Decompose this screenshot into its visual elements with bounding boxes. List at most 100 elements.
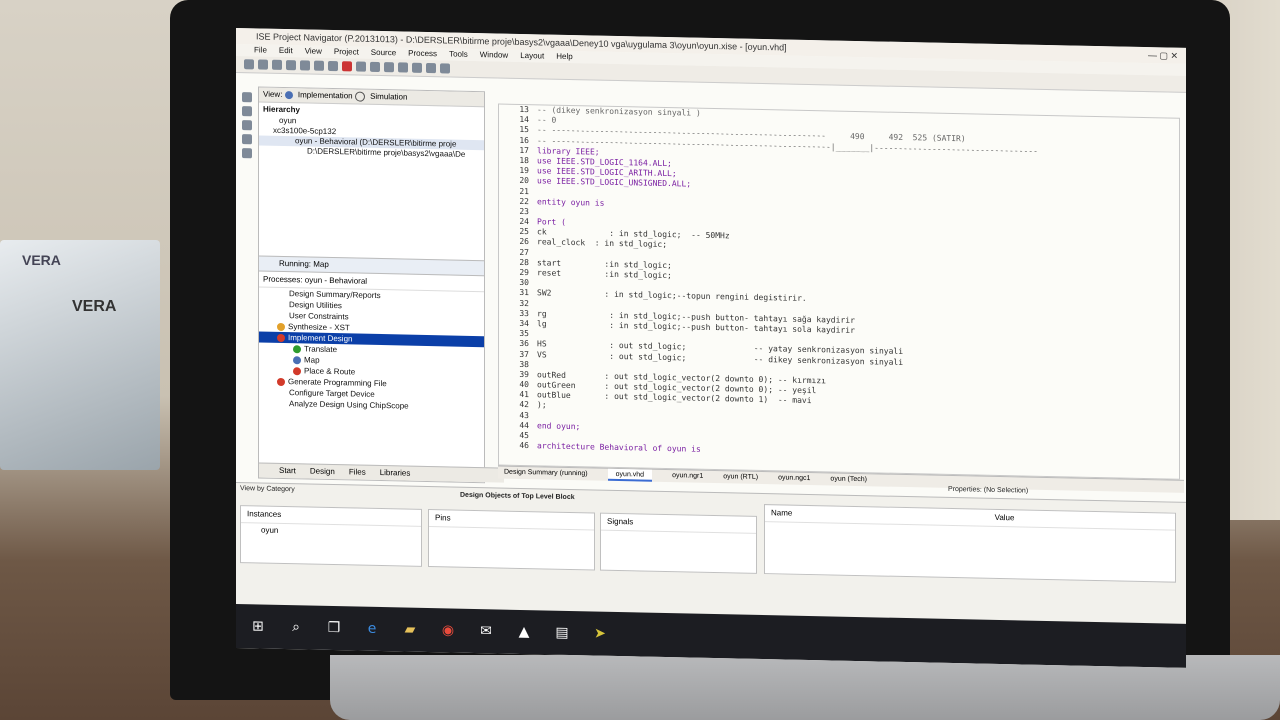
line-number: 43 xyxy=(519,410,529,420)
search-icon[interactable] xyxy=(384,62,394,73)
save-icon[interactable] xyxy=(272,59,282,70)
windows-start-icon[interactable]: ⊞ xyxy=(250,618,266,634)
code-text: ); xyxy=(537,400,547,410)
code-text: real_clock : in std_logic; xyxy=(537,237,668,250)
menu-window[interactable]: Window xyxy=(480,49,508,62)
mail-icon[interactable]: ✉ xyxy=(478,623,494,639)
stop-icon[interactable] xyxy=(426,62,436,74)
line-number: 30 xyxy=(519,278,529,288)
menu-view[interactable]: View xyxy=(305,45,322,57)
properties-box[interactable]: Name Value xyxy=(764,504,1176,583)
app-triangle-icon[interactable]: ▲ xyxy=(516,624,532,640)
line-number: 15 xyxy=(519,125,529,135)
tab-start[interactable]: Start xyxy=(279,464,296,478)
save-all-icon[interactable] xyxy=(286,60,296,71)
instance-item[interactable]: oyun xyxy=(241,523,421,540)
line-number: 40 xyxy=(519,379,529,390)
film-icon[interactable]: ▤ xyxy=(554,625,570,641)
delete-icon[interactable] xyxy=(342,61,352,72)
line-number: 33 xyxy=(519,308,529,318)
radio-implementation-icon[interactable] xyxy=(284,90,293,100)
undo-icon[interactable] xyxy=(356,61,366,72)
line-number: 16 xyxy=(519,135,529,145)
side-tool-icon[interactable] xyxy=(242,134,252,145)
line-number: 32 xyxy=(519,298,529,308)
code-text: Port ( xyxy=(537,217,566,227)
side-tool-icon[interactable] xyxy=(242,148,252,159)
cut-icon[interactable] xyxy=(300,60,310,71)
line-number: 45 xyxy=(519,430,529,441)
radio-simulation-icon[interactable] xyxy=(354,91,365,102)
code-text: end oyun; xyxy=(537,421,581,432)
line-number: 19 xyxy=(519,166,529,176)
error-icon xyxy=(277,377,285,386)
warning-icon xyxy=(277,322,285,331)
search-icon[interactable]: ⌕ xyxy=(288,619,304,635)
line-number: 13 xyxy=(519,104,529,115)
line-number: 36 xyxy=(519,339,529,349)
tab-oyun-rtl[interactable]: oyun (RTL) xyxy=(723,471,758,484)
tab-oyun-ngr1[interactable]: oyun.ngr1 xyxy=(672,470,703,483)
running-icon xyxy=(277,333,285,342)
tab-design[interactable]: Design xyxy=(310,465,335,480)
view-implementation[interactable]: Implementation xyxy=(298,90,353,100)
line-number: 27 xyxy=(519,247,529,257)
menu-tools[interactable]: Tools xyxy=(449,48,468,60)
tab-files[interactable]: Files xyxy=(349,465,366,479)
redo-icon[interactable] xyxy=(370,61,380,73)
zoom-icon[interactable] xyxy=(398,62,408,73)
file-explorer-icon[interactable]: ▰ xyxy=(402,621,418,638)
process-label: Translate xyxy=(304,344,338,355)
new-icon[interactable] xyxy=(244,59,254,70)
side-tool-icon[interactable] xyxy=(242,120,252,131)
process-label: Synthesize - XST xyxy=(288,322,350,333)
task-view-icon[interactable]: ❐ xyxy=(326,620,342,636)
side-tool-icon[interactable] xyxy=(242,92,252,103)
pins-label: Pins xyxy=(429,510,594,531)
line-number: 31 xyxy=(519,288,529,298)
tab-oyun-ngc1[interactable]: oyun.ngc1 xyxy=(778,472,810,485)
view-simulation[interactable]: Simulation xyxy=(370,92,407,102)
menu-edit[interactable]: Edit xyxy=(279,45,293,57)
menu-project[interactable]: Project xyxy=(334,46,359,59)
window-controls[interactable]: — ▢ ✕ xyxy=(1148,47,1178,64)
line-number: 41 xyxy=(519,390,529,400)
pins-box[interactable]: Pins xyxy=(428,509,595,571)
menu-file[interactable]: File xyxy=(254,44,267,56)
ise-icon[interactable]: ➤ xyxy=(592,625,608,642)
paste-icon[interactable] xyxy=(328,60,338,72)
line-number: 23 xyxy=(519,206,529,217)
run-icon[interactable] xyxy=(412,62,422,73)
value-column: Value xyxy=(994,512,1015,523)
process-label: Implement Design xyxy=(288,333,353,344)
line-number: 46 xyxy=(519,441,529,451)
open-icon[interactable] xyxy=(258,59,268,70)
menu-process[interactable]: Process xyxy=(408,48,437,61)
tab-oyun-tech[interactable]: oyun (Tech) xyxy=(830,473,867,486)
line-number: 39 xyxy=(519,369,529,380)
menu-help[interactable]: Help xyxy=(556,51,572,63)
vera-logo-large: VERA xyxy=(72,298,117,315)
process-label: Design Summary/Reports xyxy=(289,289,381,301)
instances-box[interactable]: Instances oyun xyxy=(240,505,422,567)
line-number: 37 xyxy=(519,349,529,359)
line-number: 21 xyxy=(519,186,529,196)
tab-oyun-vhd[interactable]: oyun.vhd xyxy=(607,468,653,482)
chrome-icon[interactable]: ◉ xyxy=(440,622,456,638)
line-number: 26 xyxy=(519,237,529,247)
help-icon[interactable] xyxy=(440,63,450,74)
code-editor[interactable]: 13 -- (dikey senkronizasyon sinyali ) 14 --… xyxy=(498,103,1180,480)
tab-design-summary[interactable]: Design Summary (running) xyxy=(504,467,588,481)
edge-icon[interactable]: e xyxy=(364,621,380,637)
side-tool-icon[interactable] xyxy=(242,106,252,117)
code-text: library IEEE; xyxy=(537,146,600,157)
menu-source[interactable]: Source xyxy=(371,47,396,60)
design-panel: View: Implementation Simulation Hierarch… xyxy=(258,86,504,484)
code-text: reset :in std_logic; xyxy=(537,268,672,281)
signals-box[interactable]: Signals xyxy=(600,512,757,574)
copy-icon[interactable] xyxy=(314,60,324,71)
hierarchy-space xyxy=(259,155,484,260)
line-number: 20 xyxy=(519,176,529,186)
tab-libraries[interactable]: Libraries xyxy=(380,466,411,481)
menu-layout[interactable]: Layout xyxy=(520,50,544,63)
